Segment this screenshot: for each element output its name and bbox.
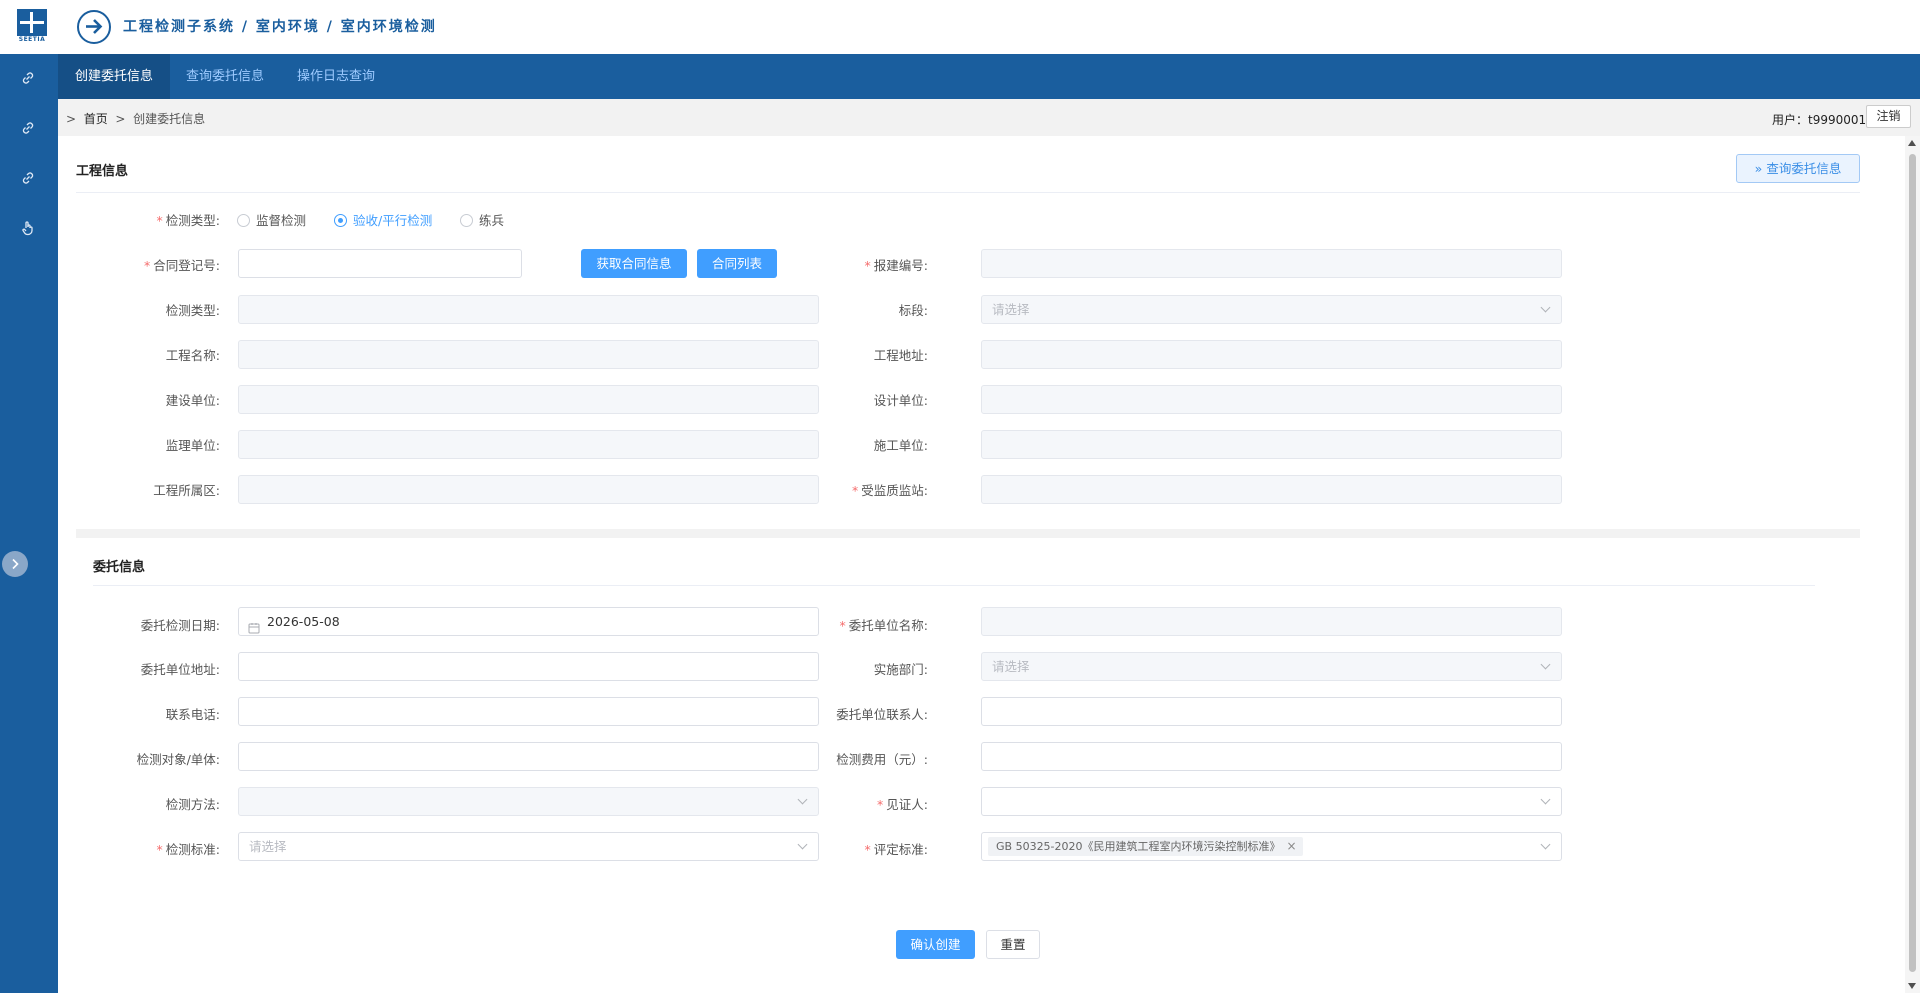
radio-circle-icon bbox=[334, 214, 347, 227]
field-label: 检测费用（元）: bbox=[836, 752, 928, 767]
breadcrumb-bar: > 首页 > 创建委托信息 用户：t9990001 注销 bbox=[58, 99, 1920, 136]
logout-button[interactable]: 注销 bbox=[1866, 105, 1911, 128]
client-address-input[interactable] bbox=[238, 652, 819, 681]
sidebar bbox=[0, 54, 58, 993]
field-label: * 检测类型: bbox=[156, 213, 220, 228]
link-icon[interactable] bbox=[20, 70, 38, 88]
tab-create-commission[interactable]: 创建委托信息 bbox=[58, 54, 171, 99]
close-icon[interactable]: × bbox=[1286, 837, 1296, 856]
confirm-create-button[interactable]: 确认创建 bbox=[896, 930, 975, 959]
tab-query-commission[interactable]: 查询委托信息 bbox=[169, 54, 281, 99]
section-title-project: 工程信息 bbox=[76, 164, 129, 179]
field-label: * 报建编号: bbox=[864, 258, 928, 273]
top-nav: 创建委托信息 查询委托信息 操作日志查询 bbox=[58, 54, 1920, 99]
field-label: 实施部门: bbox=[873, 662, 928, 677]
contract-number-input[interactable] bbox=[238, 249, 522, 278]
supervise-unit-input[interactable] bbox=[238, 430, 819, 459]
field-label: 工程地址: bbox=[873, 348, 928, 363]
field-label: 工程名称: bbox=[165, 348, 220, 363]
section-divider bbox=[76, 529, 1860, 538]
contract-list-button[interactable]: 合同列表 bbox=[697, 249, 777, 278]
section-select[interactable]: 请选择 bbox=[981, 295, 1562, 324]
get-contract-button[interactable]: 获取合同信息 bbox=[581, 249, 687, 278]
phone-input[interactable] bbox=[238, 697, 819, 726]
chevron-down-icon bbox=[1540, 659, 1551, 670]
back-arrow-icon[interactable] bbox=[77, 10, 111, 44]
field-label: 联系电话: bbox=[165, 707, 220, 722]
logo-text: SEETIA bbox=[18, 36, 46, 43]
field-label: 建设单位: bbox=[165, 393, 220, 408]
field-label: * 合同登记号: bbox=[144, 258, 220, 273]
sidebar-expand-button[interactable] bbox=[2, 551, 28, 577]
project-name-input[interactable] bbox=[238, 340, 819, 369]
double-chevron-right-icon: » bbox=[1754, 161, 1763, 176]
witness-select[interactable] bbox=[981, 787, 1562, 816]
eval-standard-select[interactable]: GB 50325-2020《民用建筑工程室内环境污染控制标准》 × bbox=[981, 832, 1562, 861]
breadcrumb-home[interactable]: 首页 bbox=[84, 112, 108, 126]
radio-circle-icon bbox=[237, 214, 250, 227]
field-label: 施工单位: bbox=[873, 438, 928, 453]
field-label: * 见证人: bbox=[877, 797, 928, 812]
chevron-down-icon bbox=[1540, 839, 1551, 850]
design-unit-input[interactable] bbox=[981, 385, 1562, 414]
client-contact-input[interactable] bbox=[981, 697, 1562, 726]
field-label: 委托单位联系人: bbox=[836, 707, 928, 722]
detect-fee-input[interactable] bbox=[981, 742, 1562, 771]
breadcrumb: > 首页 > 创建委托信息 bbox=[66, 112, 206, 126]
query-commission-button[interactable]: » 查询委托信息 bbox=[1736, 154, 1860, 183]
quality-station-input[interactable] bbox=[981, 475, 1562, 504]
radio-supervision[interactable]: 监督检测 bbox=[237, 210, 306, 229]
field-label: 检测类型: bbox=[165, 303, 220, 318]
selected-tag: GB 50325-2020《民用建筑工程室内环境污染控制标准》 × bbox=[988, 837, 1303, 856]
scroll-up-icon[interactable] bbox=[1908, 140, 1916, 146]
radio-circle-icon bbox=[460, 214, 473, 227]
district-input[interactable] bbox=[238, 475, 819, 504]
user-label: 用户：t9990001 bbox=[1772, 113, 1867, 127]
chevron-down-icon bbox=[1540, 794, 1551, 805]
field-label: * 受监质监站: bbox=[852, 483, 928, 498]
field-label: 委托检测日期: bbox=[140, 618, 220, 633]
report-number-input[interactable] bbox=[981, 249, 1562, 278]
field-label: * 评定标准: bbox=[864, 842, 928, 857]
department-select[interactable]: 请选择 bbox=[981, 652, 1562, 681]
link-icon[interactable] bbox=[20, 120, 38, 138]
field-label: 监理单位: bbox=[165, 438, 220, 453]
commission-date-picker[interactable]: 2026-05-08 bbox=[238, 607, 819, 636]
breadcrumb-current: 创建委托信息 bbox=[133, 112, 206, 126]
scroll-thumb[interactable] bbox=[1909, 154, 1916, 972]
field-label: 设计单位: bbox=[873, 393, 928, 408]
radio-drill[interactable]: 练兵 bbox=[460, 210, 504, 229]
page-title: 工程检测子系统 / 室内环境 / 室内环境检测 bbox=[123, 19, 437, 35]
detect-object-input[interactable] bbox=[238, 742, 819, 771]
radio-acceptance[interactable]: 验收/平行检测 bbox=[334, 210, 432, 229]
field-label: * 委托单位名称: bbox=[839, 618, 928, 633]
detect-standard-select[interactable]: 请选择 bbox=[238, 832, 819, 861]
link-icon[interactable] bbox=[20, 170, 38, 188]
vertical-scrollbar[interactable] bbox=[1905, 136, 1920, 993]
logo: SEETIA bbox=[17, 9, 47, 43]
section-title-commission: 委托信息 bbox=[93, 560, 146, 575]
hand-pointer-icon[interactable] bbox=[20, 220, 38, 238]
field-label: 检测对象/单体: bbox=[136, 752, 220, 767]
divider bbox=[93, 585, 1815, 586]
reset-button[interactable]: 重置 bbox=[986, 930, 1040, 959]
field-label: 工程所属区: bbox=[153, 483, 220, 498]
field-label: * 检测标准: bbox=[156, 842, 220, 857]
app-header: SEETIA 工程检测子系统 / 室内环境 / 室内环境检测 bbox=[0, 0, 1920, 54]
field-label: 委托单位地址: bbox=[140, 662, 220, 677]
scroll-down-icon[interactable] bbox=[1908, 983, 1916, 989]
chevron-down-icon bbox=[1540, 302, 1551, 313]
tab-operation-log[interactable]: 操作日志查询 bbox=[280, 54, 392, 99]
detect-type-input[interactable] bbox=[238, 295, 819, 324]
project-address-input[interactable] bbox=[981, 340, 1562, 369]
detect-method-select[interactable] bbox=[238, 787, 819, 816]
build-unit-input[interactable] bbox=[238, 385, 819, 414]
client-name-input[interactable] bbox=[981, 607, 1562, 636]
divider bbox=[76, 192, 1860, 193]
field-label: 标段: bbox=[898, 303, 928, 318]
calendar-icon bbox=[248, 616, 260, 643]
construct-unit-input[interactable] bbox=[981, 430, 1562, 459]
field-label: 检测方法: bbox=[165, 797, 220, 812]
